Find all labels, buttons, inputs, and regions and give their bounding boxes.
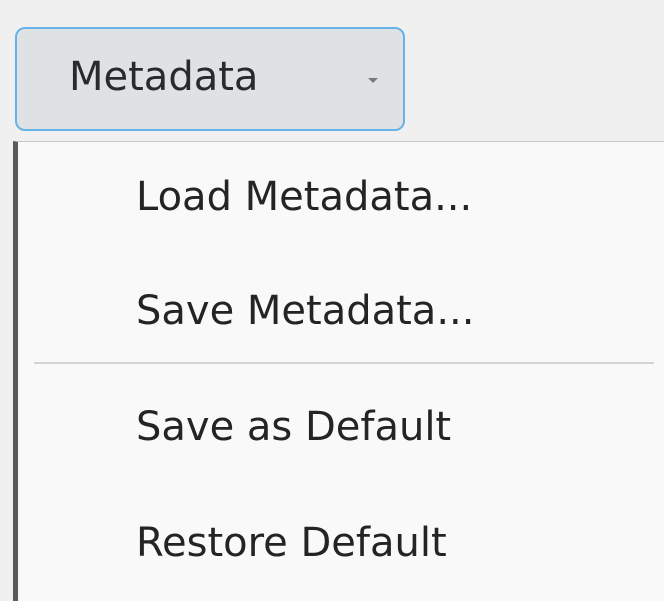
menu-item-load-metadata[interactable]: Load Metadata...: [18, 142, 664, 252]
menu-item-label: Save Metadata...: [136, 288, 475, 334]
menu-item-label: Save as Default: [136, 404, 452, 450]
dropdown-arrow-icon: [368, 78, 378, 83]
menu-separator: [34, 362, 654, 364]
menu-item-label: Load Metadata...: [136, 174, 473, 220]
metadata-dropdown-button[interactable]: Metadata: [15, 27, 405, 131]
menu-item-restore-default[interactable]: Restore Default: [18, 488, 664, 598]
metadata-menu: Load Metadata... Save Metadata... Save a…: [13, 141, 664, 601]
menu-item-save-as-default[interactable]: Save as Default: [18, 372, 664, 482]
menu-item-label: Restore Default: [136, 520, 447, 566]
menu-item-save-metadata[interactable]: Save Metadata...: [18, 256, 664, 366]
metadata-dropdown-label: Metadata: [69, 54, 259, 101]
